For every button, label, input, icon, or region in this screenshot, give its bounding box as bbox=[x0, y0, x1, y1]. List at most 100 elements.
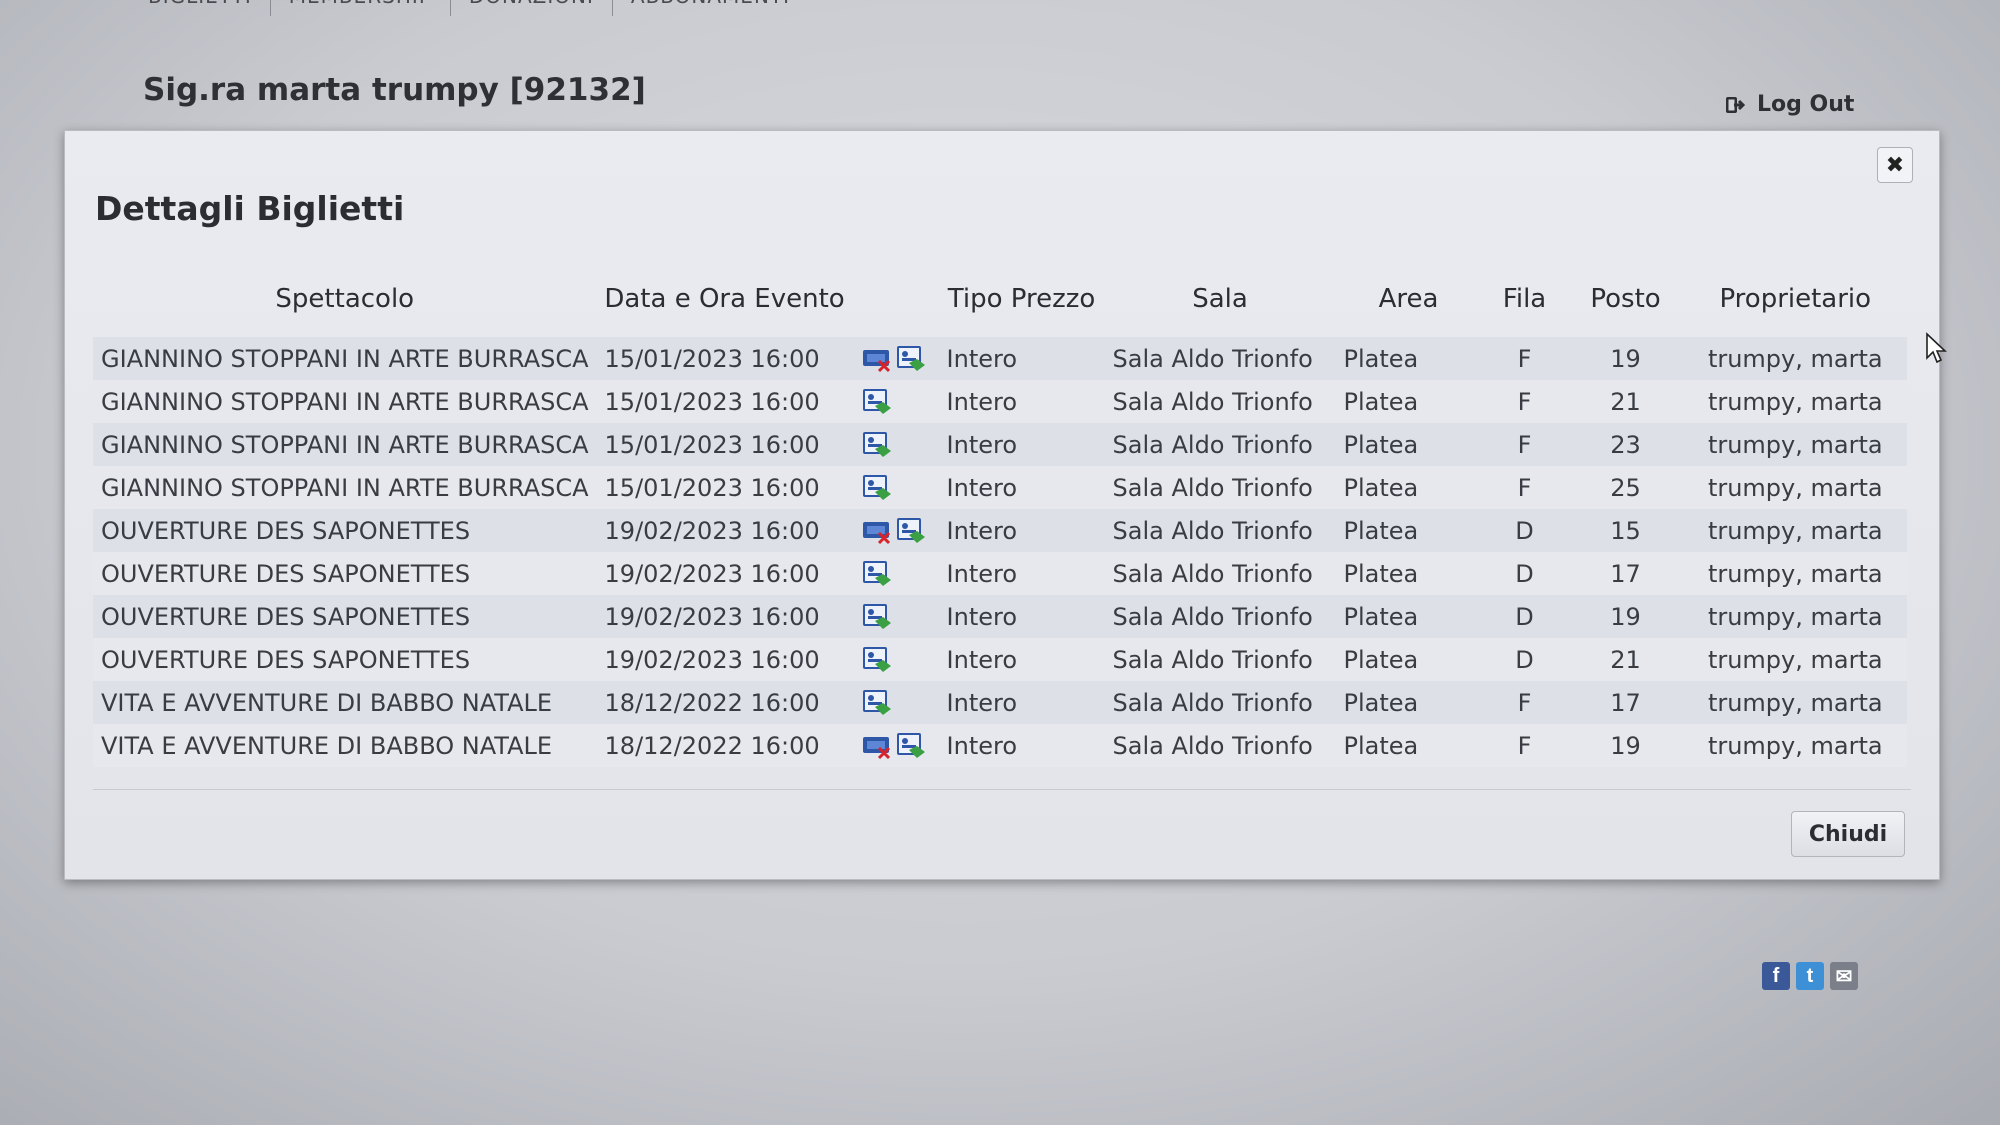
cell-spettacolo: GIANNINO STOPPANI IN ARTE BURRASCA bbox=[93, 423, 597, 466]
cell-area: Platea bbox=[1335, 466, 1482, 509]
ticket-cancel-icon[interactable] bbox=[861, 517, 893, 545]
cell-actions bbox=[852, 466, 939, 509]
cell-data-ora: 19/02/2023 16:00 bbox=[596, 552, 853, 595]
cell-sala: Sala Aldo Trionfo bbox=[1104, 337, 1336, 380]
tab-donazioni[interactable]: DONAZIONI bbox=[451, 0, 613, 16]
col-sala: Sala bbox=[1192, 284, 1248, 314]
social-links: f t ✉ bbox=[1762, 962, 1858, 990]
cell-fila: F bbox=[1481, 380, 1568, 423]
logout-label: Log Out bbox=[1757, 92, 1855, 117]
ticket-print-icon[interactable] bbox=[861, 560, 893, 588]
cell-area: Platea bbox=[1335, 423, 1482, 466]
cell-tipo-prezzo: Intero bbox=[938, 423, 1105, 466]
cell-actions bbox=[852, 509, 939, 552]
cell-posto: 17 bbox=[1567, 681, 1684, 724]
table-header: Spettacolo Data e Ora Evento Tipo Prezzo… bbox=[93, 261, 1907, 337]
cell-area: Platea bbox=[1335, 681, 1482, 724]
cell-proprietario: trumpy, marta bbox=[1683, 595, 1907, 638]
cell-actions bbox=[852, 380, 939, 423]
ticket-details-modal: ✖ Dettagli Biglietti Spettacolo Data e O… bbox=[64, 130, 1940, 880]
facebook-icon[interactable]: f bbox=[1762, 962, 1790, 990]
cell-posto: 19 bbox=[1567, 724, 1684, 767]
cell-posto: 21 bbox=[1567, 380, 1684, 423]
cell-fila: D bbox=[1481, 509, 1568, 552]
table-row: GIANNINO STOPPANI IN ARTE BURRASCA 15/01/… bbox=[93, 423, 1907, 466]
cell-area: Platea bbox=[1335, 552, 1482, 595]
cell-actions bbox=[852, 724, 939, 767]
table-row: GIANNINO STOPPANI IN ARTE BURRASCA 15/01/… bbox=[93, 380, 1907, 423]
cell-fila: F bbox=[1481, 337, 1568, 380]
cell-proprietario: trumpy, marta bbox=[1683, 681, 1907, 724]
table-row: OUVERTURE DES SAPONETTES 19/02/2023 16:00… bbox=[93, 638, 1907, 681]
cell-proprietario: trumpy, marta bbox=[1683, 638, 1907, 681]
cell-sala: Sala Aldo Trionfo bbox=[1104, 423, 1336, 466]
cell-data-ora: 15/01/2023 16:00 bbox=[596, 380, 853, 423]
table-row: VITA E AVVENTURE DI BABBO NATALE 18/12/20… bbox=[93, 681, 1907, 724]
cell-area: Platea bbox=[1335, 724, 1482, 767]
ticket-print-icon[interactable] bbox=[895, 732, 927, 760]
cell-tipo-prezzo: Intero bbox=[938, 681, 1105, 724]
cell-tipo-prezzo: Intero bbox=[938, 466, 1105, 509]
ticket-print-icon[interactable] bbox=[861, 431, 893, 459]
cell-proprietario: trumpy, marta bbox=[1683, 509, 1907, 552]
tab-biglietti[interactable]: BIGLIETTI bbox=[130, 0, 271, 16]
col-area: Area bbox=[1378, 284, 1439, 314]
cell-data-ora: 15/01/2023 16:00 bbox=[596, 423, 853, 466]
email-icon[interactable]: ✉ bbox=[1830, 962, 1858, 990]
cell-actions bbox=[852, 681, 939, 724]
top-nav: BIGLIETTI MEMBERSHIP DONAZIONI ABBONAMEN… bbox=[130, 0, 808, 16]
ticket-print-icon[interactable] bbox=[861, 388, 893, 416]
col-fila: Fila bbox=[1502, 284, 1547, 314]
cell-posto: 23 bbox=[1567, 423, 1684, 466]
tickets-table: Spettacolo Data e Ora Evento Tipo Prezzo… bbox=[93, 261, 1907, 767]
cell-area: Platea bbox=[1335, 337, 1482, 380]
cell-proprietario: trumpy, marta bbox=[1683, 552, 1907, 595]
ticket-print-icon[interactable] bbox=[861, 689, 893, 717]
table-row: GIANNINO STOPPANI IN ARTE BURRASCA 15/01/… bbox=[93, 337, 1907, 380]
cell-area: Platea bbox=[1335, 595, 1482, 638]
cell-data-ora: 19/02/2023 16:00 bbox=[596, 595, 853, 638]
table-row: OUVERTURE DES SAPONETTES 19/02/2023 16:00… bbox=[93, 552, 1907, 595]
col-posto: Posto bbox=[1590, 284, 1661, 314]
cell-proprietario: trumpy, marta bbox=[1683, 724, 1907, 767]
col-spettacolo: Spettacolo bbox=[275, 284, 415, 314]
cell-sala: Sala Aldo Trionfo bbox=[1104, 595, 1336, 638]
chiudi-button[interactable]: Chiudi bbox=[1791, 811, 1905, 857]
ticket-print-icon[interactable] bbox=[861, 474, 893, 502]
cell-fila: F bbox=[1481, 466, 1568, 509]
twitter-icon[interactable]: t bbox=[1796, 962, 1824, 990]
ticket-cancel-icon[interactable] bbox=[861, 732, 893, 760]
cell-posto: 17 bbox=[1567, 552, 1684, 595]
cell-data-ora: 18/12/2022 16:00 bbox=[596, 681, 853, 724]
mouse-cursor-icon bbox=[1926, 332, 1947, 364]
cell-posto: 15 bbox=[1567, 509, 1684, 552]
cell-proprietario: trumpy, marta bbox=[1683, 337, 1907, 380]
ticket-print-icon[interactable] bbox=[861, 646, 893, 674]
cell-tipo-prezzo: Intero bbox=[938, 595, 1105, 638]
cell-data-ora: 19/02/2023 16:00 bbox=[596, 509, 853, 552]
cell-spettacolo: OUVERTURE DES SAPONETTES bbox=[93, 638, 597, 681]
cell-data-ora: 19/02/2023 16:00 bbox=[596, 638, 853, 681]
tab-abbonamenti[interactable]: ABBONAMENTI bbox=[613, 0, 808, 16]
ticket-print-icon[interactable] bbox=[895, 517, 927, 545]
modal-title: Dettagli Biglietti bbox=[95, 189, 405, 228]
logout-link[interactable]: Log Out bbox=[1725, 92, 1854, 117]
cell-spettacolo: VITA E AVVENTURE DI BABBO NATALE bbox=[93, 681, 597, 724]
footer-divider bbox=[93, 789, 1911, 790]
cell-actions bbox=[852, 638, 939, 681]
cell-area: Platea bbox=[1335, 509, 1482, 552]
cell-fila: D bbox=[1481, 595, 1568, 638]
ticket-cancel-icon[interactable] bbox=[861, 345, 893, 373]
cell-spettacolo: OUVERTURE DES SAPONETTES bbox=[93, 595, 597, 638]
ticket-print-icon[interactable] bbox=[861, 603, 893, 631]
cell-area: Platea bbox=[1335, 638, 1482, 681]
cell-spettacolo: GIANNINO STOPPANI IN ARTE BURRASCA bbox=[93, 380, 597, 423]
cell-tipo-prezzo: Intero bbox=[938, 638, 1105, 681]
cell-tipo-prezzo: Intero bbox=[938, 509, 1105, 552]
ticket-print-icon[interactable] bbox=[895, 345, 927, 373]
cell-spettacolo: OUVERTURE DES SAPONETTES bbox=[93, 509, 597, 552]
close-icon[interactable]: ✖ bbox=[1877, 147, 1913, 183]
cell-tipo-prezzo: Intero bbox=[938, 337, 1105, 380]
tab-membership[interactable]: MEMBERSHIP bbox=[271, 0, 451, 16]
cell-proprietario: trumpy, marta bbox=[1683, 423, 1907, 466]
